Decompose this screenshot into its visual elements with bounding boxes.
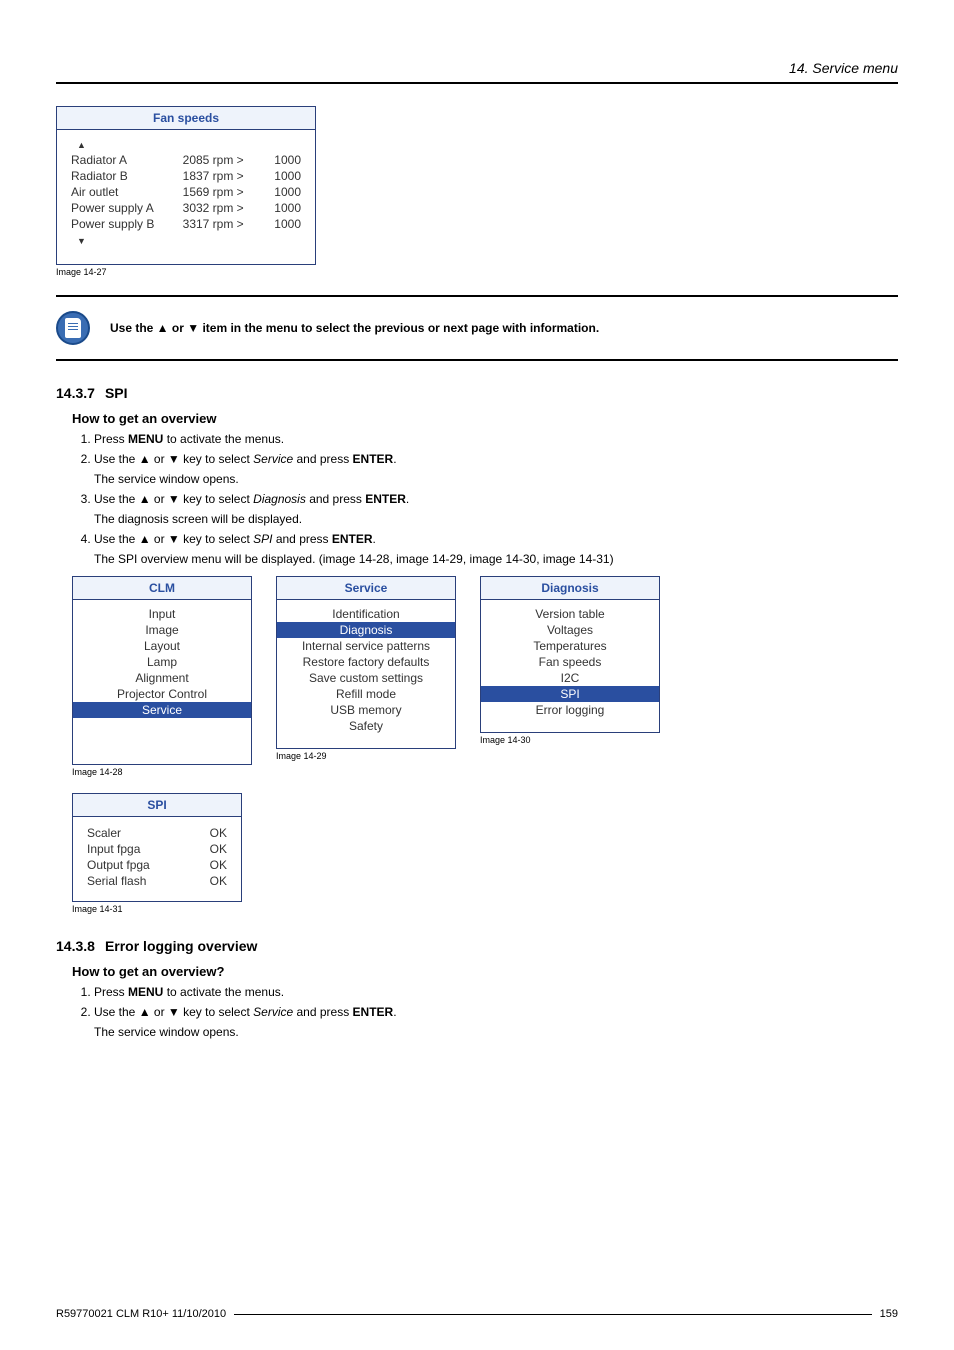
scroll-up-icon[interactable]: ▲ xyxy=(71,140,86,150)
menu-item[interactable]: Layout xyxy=(83,638,241,654)
list-item: Press MENU to activate the menus. xyxy=(94,432,898,446)
menu-item[interactable]: Image xyxy=(83,622,241,638)
clm-title: CLM xyxy=(73,577,251,600)
sub-heading: How to get an overview xyxy=(72,411,898,426)
sub-heading: How to get an overview? xyxy=(72,964,898,979)
table-row: Output fpgaOK xyxy=(85,857,229,873)
list-item: Press MENU to activate the menus. xyxy=(94,985,898,999)
menu-item[interactable]: Save custom settings xyxy=(287,670,445,686)
diagnosis-menu: Diagnosis Version table Voltages Tempera… xyxy=(480,576,660,733)
steps-list: Press MENU to activate the menus. Use th… xyxy=(94,985,898,1039)
menu-item[interactable]: Identification xyxy=(287,606,445,622)
menu-item[interactable]: Restore factory defaults xyxy=(287,654,445,670)
image-caption: Image 14-27 xyxy=(56,267,898,277)
menu-item-selected[interactable]: Service xyxy=(73,702,251,718)
menu-item[interactable]: Internal service patterns xyxy=(287,638,445,654)
list-item: Use the ▲ or ▼ key to select Diagnosis a… xyxy=(94,492,898,526)
menu-item[interactable]: USB memory xyxy=(287,702,445,718)
page-number: 159 xyxy=(880,1308,898,1320)
table-row: Serial flashOK xyxy=(85,873,229,889)
menu-item[interactable]: Fan speeds xyxy=(491,654,649,670)
table-row: Radiator B1837 rpm >1000 xyxy=(69,168,303,184)
menu-item[interactable]: Temperatures xyxy=(491,638,649,654)
page-header: 14. Service menu xyxy=(56,60,898,84)
table-row: ScalerOK xyxy=(85,825,229,841)
table-row: Input fpgaOK xyxy=(85,841,229,857)
service-title: Service xyxy=(277,577,455,600)
note-block: Use the ▲ or ▼ item in the menu to selec… xyxy=(56,295,898,361)
menu-item[interactable]: Error logging xyxy=(491,702,649,718)
menu-item[interactable]: I2C xyxy=(491,670,649,686)
footer-left: R59770021 CLM R10+ 11/10/2010 xyxy=(56,1308,226,1320)
spi-title: SPI xyxy=(73,794,241,817)
note-icon xyxy=(56,311,90,345)
table-row: Radiator A2085 rpm >1000 xyxy=(69,152,303,168)
fan-speeds-panel: Fan speeds ▲ Radiator A2085 rpm >1000 Ra… xyxy=(56,106,316,265)
page-footer: R59770021 CLM R10+ 11/10/2010 159 xyxy=(56,1308,898,1320)
table-row: Power supply B3317 rpm >1000 xyxy=(69,216,303,232)
list-item: Use the ▲ or ▼ key to select SPI and pre… xyxy=(94,532,898,566)
spi-panel: SPI ScalerOK Input fpgaOK Output fpgaOK … xyxy=(72,793,242,902)
table-row: Power supply A3032 rpm >1000 xyxy=(69,200,303,216)
clm-menu: CLM Input Image Layout Lamp Alignment Pr… xyxy=(72,576,252,765)
image-caption: Image 14-29 xyxy=(276,751,456,761)
menu-item[interactable]: Safety xyxy=(287,718,445,734)
spi-table: ScalerOK Input fpgaOK Output fpgaOK Seri… xyxy=(85,825,229,889)
list-item: Use the ▲ or ▼ key to select Service and… xyxy=(94,1005,898,1039)
section-heading: 14.3.7SPI xyxy=(56,385,898,401)
table-row: Air outlet1569 rpm >1000 xyxy=(69,184,303,200)
list-item: Use the ▲ or ▼ key to select Service and… xyxy=(94,452,898,486)
diagnosis-title: Diagnosis xyxy=(481,577,659,600)
scroll-down-icon[interactable]: ▼ xyxy=(71,236,86,246)
service-menu: Service Identification Diagnosis Interna… xyxy=(276,576,456,749)
menu-item[interactable]: Projector Control xyxy=(83,686,241,702)
image-caption: Image 14-30 xyxy=(480,735,660,745)
menu-item[interactable]: Lamp xyxy=(83,654,241,670)
fan-speeds-title: Fan speeds xyxy=(57,107,315,130)
menu-item[interactable]: Version table xyxy=(491,606,649,622)
image-caption: Image 14-31 xyxy=(72,904,898,914)
menu-item-selected[interactable]: Diagnosis xyxy=(277,622,455,638)
menu-item[interactable]: Alignment xyxy=(83,670,241,686)
menu-item-selected[interactable]: SPI xyxy=(481,686,659,702)
note-text: Use the ▲ or ▼ item in the menu to selec… xyxy=(110,321,599,335)
image-caption: Image 14-28 xyxy=(72,767,252,777)
menu-item[interactable]: Input xyxy=(83,606,241,622)
steps-list: Press MENU to activate the menus. Use th… xyxy=(94,432,898,566)
section-heading: 14.3.8Error logging overview xyxy=(56,938,898,954)
fan-speeds-table: ▲ Radiator A2085 rpm >1000 Radiator B183… xyxy=(69,136,303,248)
menu-item[interactable]: Voltages xyxy=(491,622,649,638)
menu-item[interactable]: Refill mode xyxy=(287,686,445,702)
